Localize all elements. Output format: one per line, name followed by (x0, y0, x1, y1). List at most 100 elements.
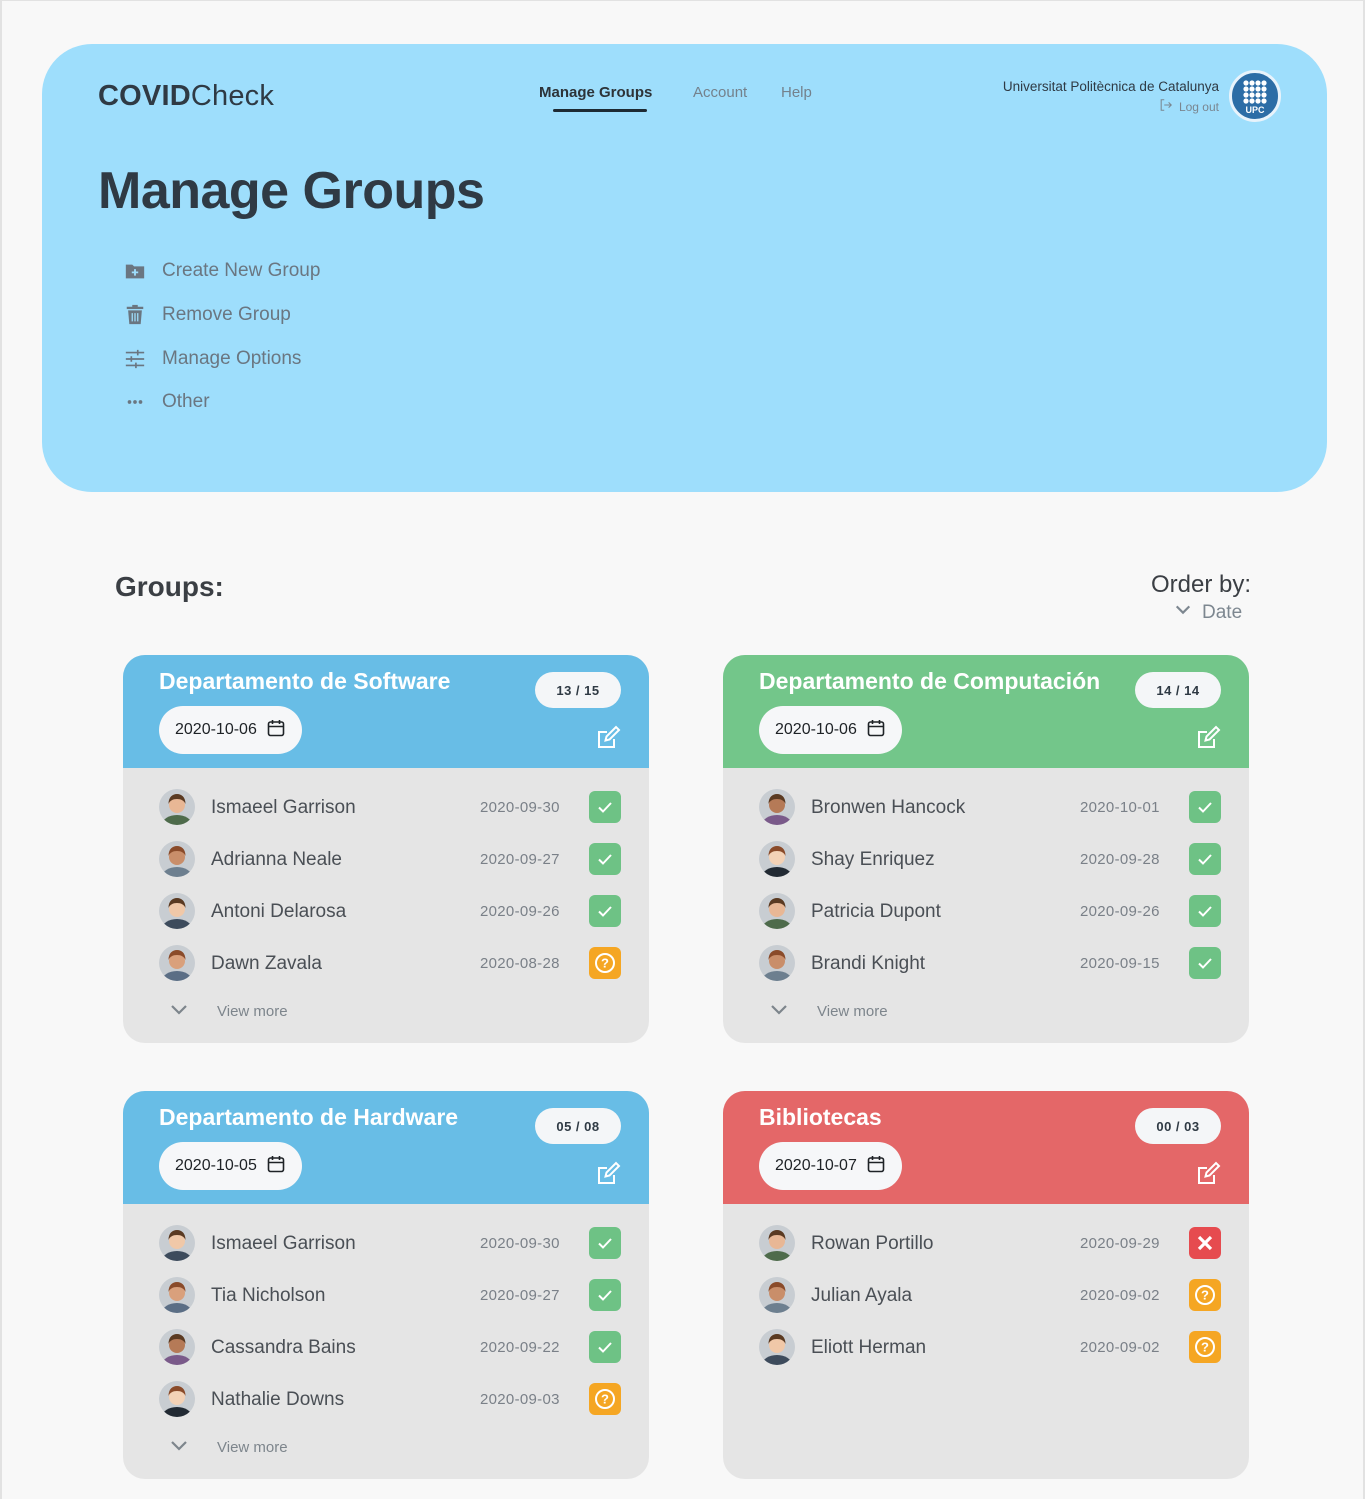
avatar (759, 789, 795, 825)
nav-manage-groups[interactable]: Manage Groups (539, 84, 652, 112)
calendar-icon (266, 1154, 286, 1179)
member-date: 2020-09-15 (1080, 955, 1160, 972)
edit-icon[interactable] (595, 1161, 621, 1187)
logout-icon (1159, 98, 1173, 115)
member-date: 2020-08-28 (480, 955, 560, 972)
nav-active-indicator (553, 109, 647, 112)
avatar (159, 1381, 195, 1417)
nav-help[interactable]: Help (781, 84, 812, 101)
status-pending-icon[interactable]: ? (589, 947, 621, 979)
create-group-action[interactable]: Create New Group (124, 260, 320, 282)
avatar (759, 893, 795, 929)
group-date-picker[interactable]: 2020-10-07 (759, 1142, 902, 1190)
status-ok-icon[interactable] (1189, 895, 1221, 927)
member-date: 2020-09-27 (480, 851, 560, 868)
view-more-button[interactable]: View more (169, 999, 288, 1023)
groups-heading: Groups: (115, 571, 224, 602)
member-row[interactable]: Julian Ayala 2020-09-02? (759, 1275, 1223, 1315)
group-count-badge: 14 / 14 (1135, 672, 1221, 708)
chevron-down-icon (169, 1435, 189, 1459)
avatar (159, 841, 195, 877)
member-row[interactable]: Shay Enriquez 2020-09-28 (759, 839, 1223, 879)
university-logo[interactable]: UPC (1229, 70, 1281, 122)
chevron-down-icon (1174, 601, 1192, 625)
group-card-header: Bibliotecas 00 / 03 2020-10-07 (723, 1091, 1249, 1204)
member-row[interactable]: Cassandra Bains 2020-09-22 (159, 1327, 623, 1367)
group-date-picker[interactable]: 2020-10-06 (759, 706, 902, 754)
status-error-icon[interactable] (1189, 1227, 1221, 1259)
avatar (159, 893, 195, 929)
other-action[interactable]: Other (124, 391, 210, 413)
member-date: 2020-09-26 (1080, 903, 1160, 920)
status-ok-icon[interactable] (589, 1279, 621, 1311)
member-date: 2020-09-30 (480, 1235, 560, 1252)
status-ok-icon[interactable] (589, 1227, 621, 1259)
member-row[interactable]: Nathalie Downs 2020-09-03? (159, 1379, 623, 1419)
status-pending-icon[interactable]: ? (1189, 1279, 1221, 1311)
group-date: 2020-10-06 (775, 721, 857, 738)
group-title: Bibliotecas (759, 1104, 882, 1130)
status-ok-icon[interactable] (589, 843, 621, 875)
member-row[interactable]: Ismaeel Garrison 2020-09-30 (159, 1223, 623, 1263)
svg-text:UPC: UPC (1245, 105, 1265, 115)
status-ok-icon[interactable] (1189, 791, 1221, 823)
edit-icon[interactable] (1195, 1161, 1221, 1187)
svg-text:?: ? (601, 1392, 609, 1407)
app-logo[interactable]: COVIDCheck (98, 80, 274, 113)
group-date: 2020-10-05 (175, 1157, 257, 1174)
trash-icon (124, 304, 146, 326)
member-row[interactable]: Tia Nicholson 2020-09-27 (159, 1275, 623, 1315)
member-row[interactable]: Ismaeel Garrison 2020-09-30 (159, 787, 623, 827)
member-name: Dawn Zavala (211, 953, 322, 974)
status-ok-icon[interactable] (1189, 843, 1221, 875)
member-name: Tia Nicholson (211, 1285, 326, 1306)
member-date: 2020-09-26 (480, 903, 560, 920)
university-name: Universitat Politècnica de Catalunya (1002, 79, 1219, 94)
group-title: Departamento de Software (159, 668, 451, 694)
group-card: Departamento de Software 13 / 15 2020-10-0… (123, 655, 649, 1043)
member-row[interactable]: Bronwen Hancock 2020-10-01 (759, 787, 1223, 827)
group-date-picker[interactable]: 2020-10-05 (159, 1142, 302, 1190)
nav-account[interactable]: Account (693, 84, 747, 101)
member-name: Rowan Portillo (811, 1233, 934, 1254)
status-ok-icon[interactable] (589, 791, 621, 823)
logout-link[interactable]: Log out (1159, 98, 1219, 115)
group-card: Departamento de Computación 14 / 14 2020-1… (723, 655, 1249, 1043)
group-count-badge: 00 / 03 (1135, 1108, 1221, 1144)
member-row[interactable]: Eliott Herman 2020-09-02? (759, 1327, 1223, 1367)
member-row[interactable]: Antoni Delarosa 2020-09-26 (159, 891, 623, 931)
order-by-label: Order by: (1151, 571, 1252, 598)
member-date: 2020-09-02 (1080, 1287, 1160, 1304)
status-ok-icon[interactable] (589, 895, 621, 927)
member-name: Nathalie Downs (211, 1389, 345, 1410)
status-pending-icon[interactable]: ? (1189, 1331, 1221, 1363)
group-date-picker[interactable]: 2020-10-06 (159, 706, 302, 754)
member-row[interactable]: Rowan Portillo 2020-09-29 (759, 1223, 1223, 1263)
member-name: Cassandra Bains (211, 1337, 356, 1358)
status-ok-icon[interactable] (1189, 947, 1221, 979)
status-ok-icon[interactable] (589, 1331, 621, 1363)
view-more-button[interactable]: View more (169, 1435, 288, 1459)
status-pending-icon[interactable]: ? (589, 1383, 621, 1415)
member-row[interactable]: Patricia Dupont 2020-09-26 (759, 891, 1223, 931)
order-by-select[interactable]: Date (1174, 601, 1242, 625)
svg-text:?: ? (601, 956, 609, 971)
member-row[interactable]: Brandi Knight 2020-09-15 (759, 943, 1223, 983)
member-name: Brandi Knight (811, 953, 926, 974)
view-more-button[interactable]: View more (769, 999, 888, 1023)
member-row[interactable]: Dawn Zavala 2020-08-28? (159, 943, 623, 983)
group-card-header: Departamento de Computación 14 / 14 2020-1… (723, 655, 1249, 768)
group-card: Bibliotecas 00 / 03 2020-10-07 Rowan Portil… (723, 1091, 1249, 1479)
group-date: 2020-10-06 (175, 721, 257, 738)
remove-group-action[interactable]: Remove Group (124, 304, 291, 326)
manage-options-action[interactable]: Manage Options (124, 348, 301, 370)
avatar (159, 1277, 195, 1313)
edit-icon[interactable] (595, 725, 621, 751)
member-date: 2020-10-01 (1080, 799, 1160, 816)
member-row[interactable]: Adrianna Neale 2020-09-27 (159, 839, 623, 879)
avatar (759, 1225, 795, 1261)
chevron-down-icon (769, 999, 789, 1023)
group-title: Departamento de Computación (759, 668, 1101, 694)
member-name: Shay Enriquez (811, 849, 935, 870)
edit-icon[interactable] (1195, 725, 1221, 751)
